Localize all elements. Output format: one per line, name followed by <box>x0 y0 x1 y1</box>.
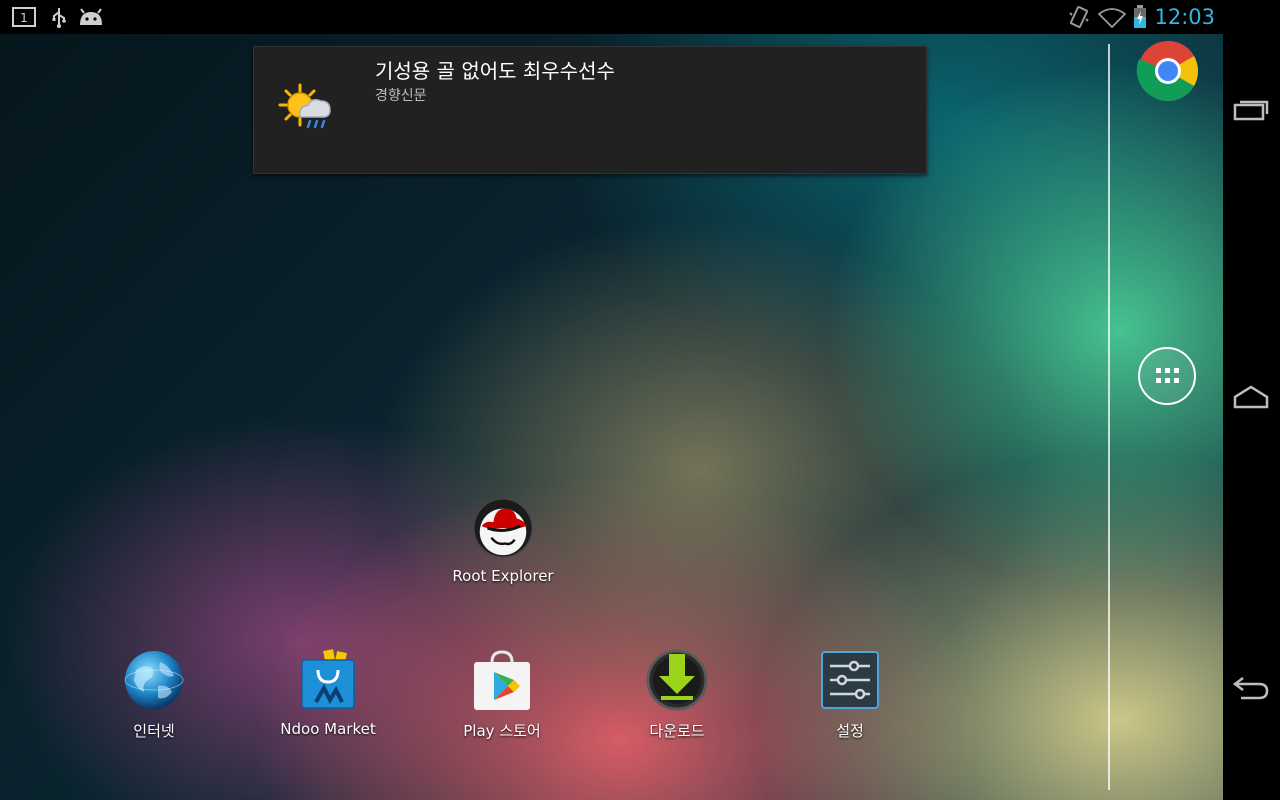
app-internet[interactable]: 인터넷 <box>84 648 224 741</box>
app-label: 설정 <box>836 722 864 740</box>
app-settings[interactable]: 설정 <box>780 648 920 741</box>
clock: 12:03 <box>1154 5 1215 29</box>
app-label: Ndoo Market <box>280 720 376 738</box>
all-apps-grid-icon <box>1156 368 1179 383</box>
wifi-icon <box>1098 8 1126 28</box>
back-icon[interactable] <box>1231 672 1271 702</box>
app-downloads[interactable]: 다운로드 <box>607 648 747 741</box>
vibrate-icon <box>1069 6 1089 28</box>
chrome-icon[interactable] <box>1136 39 1200 103</box>
recent-apps-icon[interactable] <box>1231 95 1271 125</box>
internet-globe-icon <box>124 651 184 709</box>
app-label: Play 스토어 <box>463 722 541 740</box>
notification-card[interactable]: 기성용 골 없어도 최우수선수 경향신문 <box>253 46 927 174</box>
navigation-bar <box>1223 0 1280 800</box>
notification-source: 경향신문 <box>375 88 427 104</box>
app-root-explorer[interactable]: Root Explorer <box>433 497 573 585</box>
play-store-icon <box>474 650 530 710</box>
battery-charging-icon <box>1134 5 1146 28</box>
download-icon <box>646 649 708 711</box>
app-label: 인터넷 <box>133 722 175 740</box>
dock-divider <box>1108 44 1110 790</box>
status-bar[interactable]: 1 12:03 <box>0 0 1223 34</box>
notification-title: 기성용 골 없어도 최우수선수 <box>375 59 615 83</box>
app-ndoo-market[interactable]: Ndoo Market <box>258 648 398 738</box>
home-icon[interactable] <box>1231 383 1271 413</box>
ndoo-market-icon <box>301 649 355 709</box>
home-screen: 1 12:03 기성용 골 없어도 최우수선수 경향신문 Root Explor… <box>0 0 1223 800</box>
root-explorer-icon <box>473 498 533 558</box>
app-label: 다운로드 <box>649 722 705 740</box>
settings-icon <box>821 651 879 709</box>
app-label: Root Explorer <box>452 567 554 585</box>
usb-icon[interactable] <box>50 6 68 28</box>
all-apps-button[interactable] <box>1138 347 1196 405</box>
notification-count-icon[interactable]: 1 <box>12 7 36 27</box>
android-debug-icon[interactable] <box>78 8 104 26</box>
app-play-store[interactable]: Play 스토어 <box>432 648 572 741</box>
notification-count: 1 <box>20 11 28 25</box>
weather-icon <box>278 83 331 129</box>
